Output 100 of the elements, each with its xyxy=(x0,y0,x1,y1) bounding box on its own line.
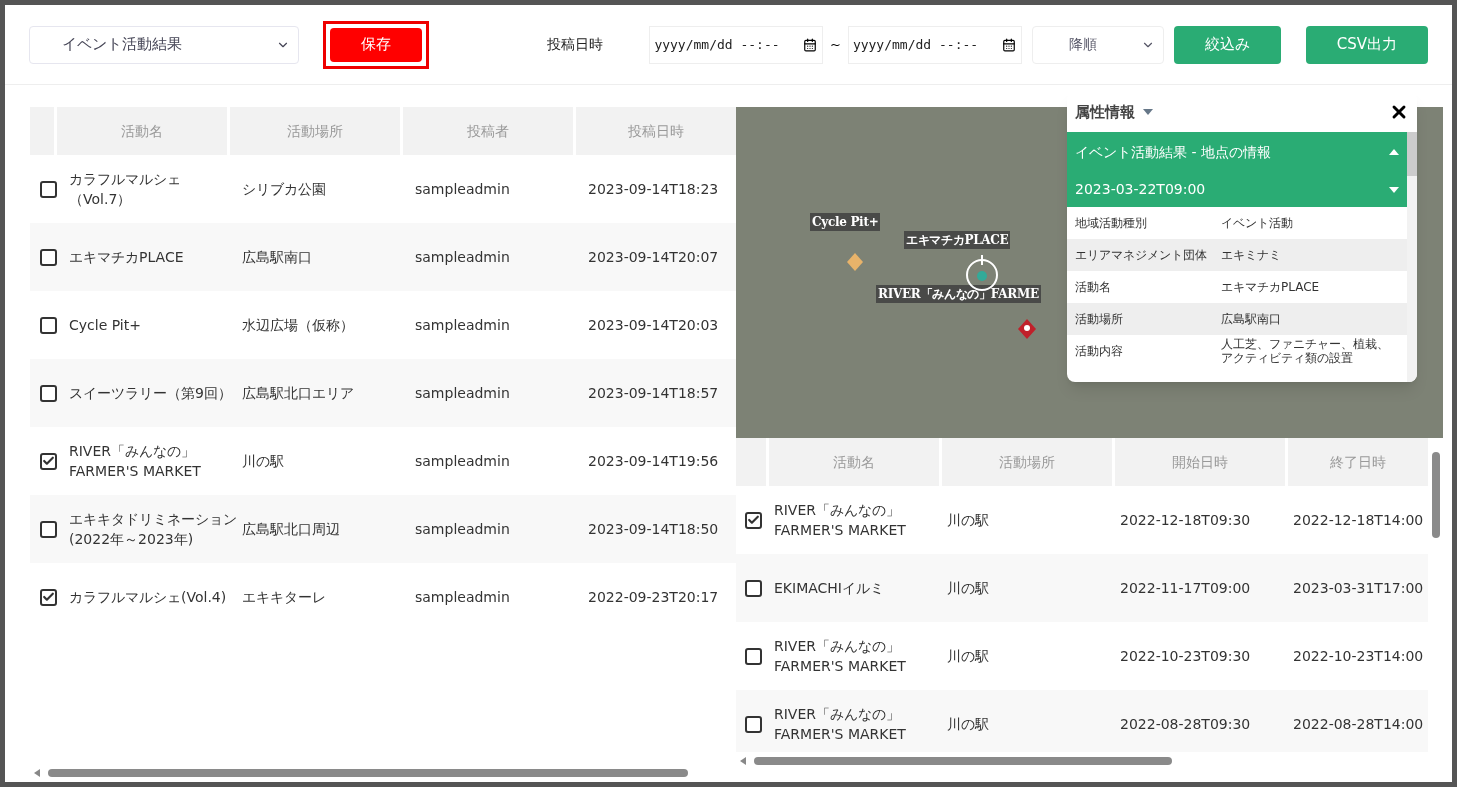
check-icon xyxy=(747,513,760,527)
table-cell-text: Cycle Pit+ xyxy=(69,316,141,335)
table-cell-text: 2022-12-18T09:30 xyxy=(1120,511,1251,530)
table-cell-text: 川の駅 xyxy=(947,715,989,734)
row-checkbox[interactable] xyxy=(745,647,762,665)
table-cell-text: RIVER「みんなの」FARMER'S MARKET xyxy=(774,637,907,676)
calendar-icon[interactable] xyxy=(803,37,817,52)
csv-export-button[interactable]: CSV出力 xyxy=(1305,25,1428,64)
table-cell-text: sampleadmin xyxy=(415,588,510,607)
row-checkbox[interactable] xyxy=(745,579,762,597)
column-header[interactable]: 投稿日時 xyxy=(576,107,736,155)
layer-select[interactable]: イベント活動結果 xyxy=(29,25,300,64)
row-checkbox[interactable] xyxy=(39,384,57,402)
panel-scrollbar[interactable] xyxy=(1407,132,1417,382)
column-header[interactable]: 活動場所 xyxy=(942,438,1112,486)
column-header[interactable]: 終了日時 xyxy=(1288,438,1428,486)
row-checkbox[interactable] xyxy=(39,520,57,538)
table-cell-text: 2023-09-14T18:57 xyxy=(588,384,719,403)
record-selector[interactable]: 2023-03-22T09:00 xyxy=(1067,172,1407,207)
table-cell-text: 2023-09-14T18:50 xyxy=(588,520,719,539)
row-checkbox[interactable] xyxy=(745,511,762,529)
table-cell-text: 2022-11-17T09:00 xyxy=(1120,579,1251,598)
date-to-field[interactable]: yyyy/mm/dd --:-- xyxy=(847,25,1022,64)
map-pin-icon xyxy=(847,253,863,271)
table-cell-text: 広島駅南口 xyxy=(242,248,312,267)
table-cell-text: 2022-08-28T09:30 xyxy=(1120,715,1251,734)
table-cell-text: 2023-09-14T18:23 xyxy=(588,180,719,199)
table-cell-text: sampleadmin xyxy=(415,384,510,403)
date-label: 投稿日時 xyxy=(547,35,604,54)
table-cell-text: カラフルマルシェ(Vol.4) xyxy=(69,588,227,607)
row-checkbox[interactable] xyxy=(39,452,57,470)
field-value: エキミナミ xyxy=(1221,248,1281,262)
check-icon xyxy=(41,590,55,604)
save-button[interactable]: 保存 xyxy=(330,27,423,62)
table-cell-text: エキキタドリミネーション(2022年～2023年) xyxy=(69,510,238,549)
check-icon xyxy=(41,454,55,468)
caret-down-icon[interactable] xyxy=(1389,186,1399,193)
table-cell-text: 2022-08-28T14:00 xyxy=(1293,715,1424,734)
field-key: エリアマネジメント団体 xyxy=(1075,246,1221,264)
column-header[interactable]: 活動名 xyxy=(57,107,227,155)
field-value: 広島駅南口 xyxy=(1221,312,1281,326)
filter-button[interactable]: 絞込み xyxy=(1173,25,1281,64)
date-from-field[interactable]: yyyy/mm/dd --:-- xyxy=(649,25,823,64)
table-cell-text: エキキターレ xyxy=(242,588,326,607)
calendar-icon[interactable] xyxy=(1001,37,1016,52)
field-value: 人工芝、ファニチャー、植栽、アクティビティ類の設置 xyxy=(1221,337,1390,365)
table-cell-text: sampleadmin xyxy=(415,452,510,471)
row-checkbox[interactable] xyxy=(745,715,762,733)
table-cell-text: RIVER「みんなの」FARMER'S MARKET xyxy=(69,442,202,481)
table-cell-text: RIVER「みんなの」FARMER'S MARKET xyxy=(774,501,907,540)
table-cell-text: 広島駅北口周辺 xyxy=(242,520,340,539)
scroll-left-icon[interactable] xyxy=(34,769,40,777)
table-cell-text: sampleadmin xyxy=(415,248,510,267)
field-value: エキマチカPLACE xyxy=(1221,280,1320,294)
caret-down-icon[interactable] xyxy=(1143,109,1153,115)
field-value: イベント活動 xyxy=(1221,216,1293,230)
table-cell-text: 2023-09-14T20:07 xyxy=(588,248,719,267)
field-key: 活動内容 xyxy=(1075,342,1221,360)
table-cell-text: 2023-09-14T20:03 xyxy=(588,316,719,335)
table-cell-text: カラフルマルシェ（Vol.7） xyxy=(69,170,182,209)
map-label: エキマチカPLACE xyxy=(904,231,1011,249)
field-key: 活動名 xyxy=(1075,278,1221,296)
column-header[interactable]: 開始日時 xyxy=(1115,438,1285,486)
map-label: RIVER「みんなの」FARME xyxy=(876,285,1041,303)
table-cell-text: スイーツラリー（第9回） xyxy=(69,384,232,403)
table-cell-text: エキマチカPLACE xyxy=(69,248,184,267)
table-cell-text: EKIMACHIイルミ xyxy=(774,579,884,598)
map-label: Cycle Pit+ xyxy=(810,213,881,231)
caret-up-icon[interactable] xyxy=(1389,149,1399,155)
table-cell-text: RIVER「みんなの」FARMER'S MARKET xyxy=(774,705,907,744)
scroll-left-icon[interactable] xyxy=(740,757,746,765)
table-cell-text: シリブカ公園 xyxy=(242,180,326,199)
table-cell-text: 2023-09-14T19:56 xyxy=(588,452,719,471)
table-cell-text: 川の駅 xyxy=(242,452,284,471)
table-cell-text: 2022-10-23T14:00 xyxy=(1293,647,1424,666)
column-header[interactable]: 活動名 xyxy=(769,438,939,486)
order-select[interactable]: 降順 xyxy=(1031,25,1164,64)
table-cell-text: 2022-10-23T09:30 xyxy=(1120,647,1251,666)
table-cell-text: 2022-09-23T20:17 xyxy=(588,588,719,607)
table-cell-text: sampleadmin xyxy=(415,180,510,199)
column-header[interactable]: 投稿者 xyxy=(403,107,573,155)
field-key: 地域活動種別 xyxy=(1075,214,1221,232)
map-pin-icon xyxy=(1018,319,1036,339)
table-cell-text: 2023-03-31T17:00 xyxy=(1293,579,1424,598)
table-cell-text: 水辺広場（仮称） xyxy=(242,316,354,335)
row-checkbox[interactable] xyxy=(39,588,57,606)
table-cell-text: 川の駅 xyxy=(947,511,989,530)
field-key: 活動場所 xyxy=(1075,310,1221,328)
table-cell-text: 川の駅 xyxy=(947,647,989,666)
table-cell-text: sampleadmin xyxy=(415,316,510,335)
table-cell-text: 2022-12-18T14:00 xyxy=(1293,511,1424,530)
row-checkbox[interactable] xyxy=(39,180,57,198)
table-cell-text: sampleadmin xyxy=(415,520,510,539)
section-header[interactable]: イベント活動結果 - 地点の情報 xyxy=(1067,132,1407,172)
row-checkbox[interactable] xyxy=(39,316,57,334)
table-cell-text: 川の駅 xyxy=(947,579,989,598)
column-header[interactable]: 活動場所 xyxy=(230,107,400,155)
range-separator: ~ xyxy=(830,35,841,54)
row-checkbox[interactable] xyxy=(39,248,57,266)
table-cell-text: 広島駅北口エリア xyxy=(242,384,354,403)
